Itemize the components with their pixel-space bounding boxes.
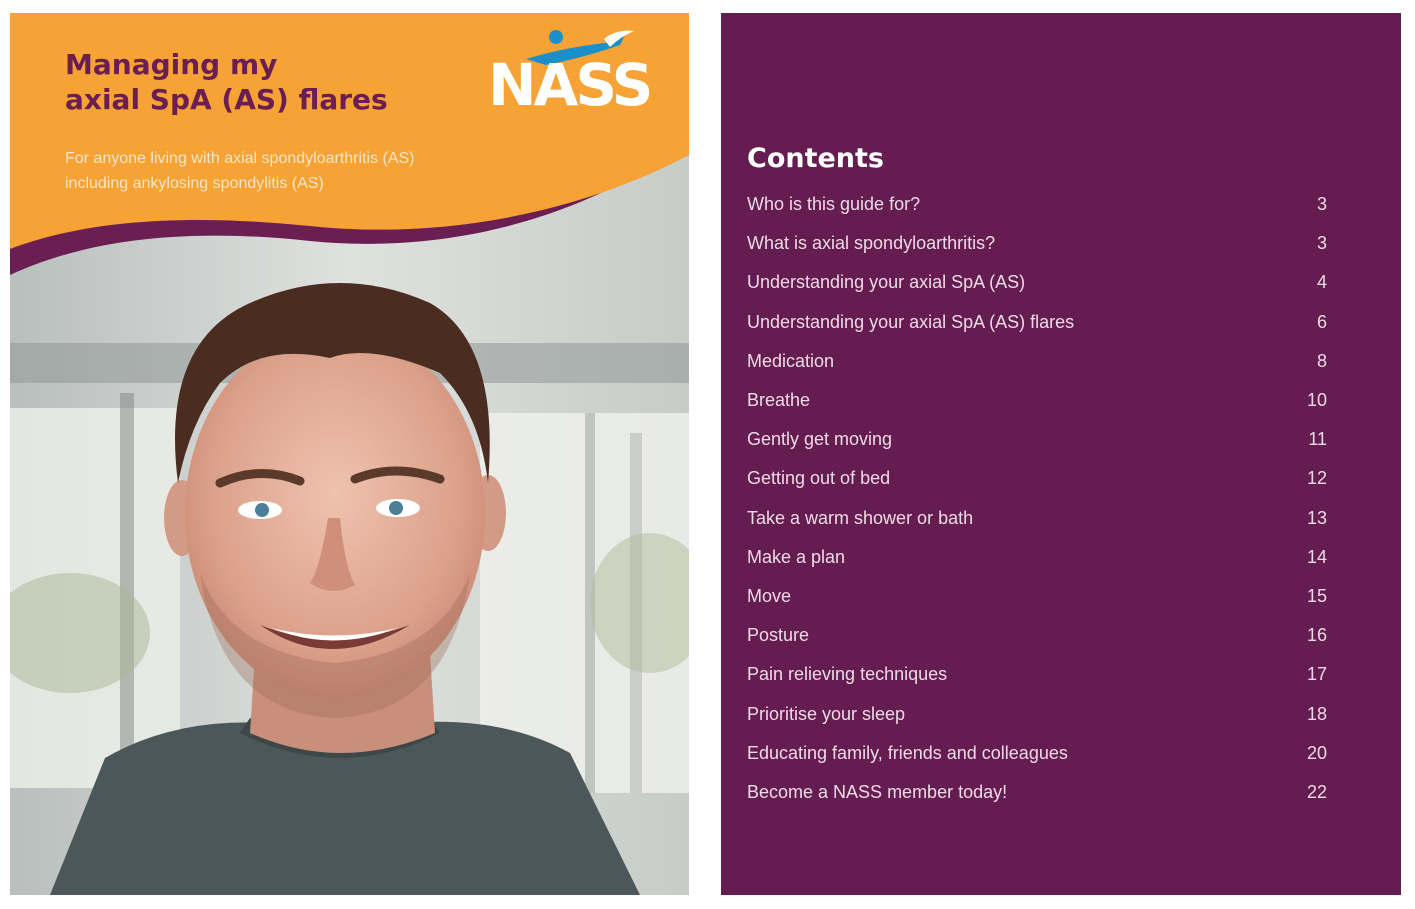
toc-entry[interactable]: What is axial spondyloarthritis? 3 bbox=[747, 224, 1327, 263]
toc-entry[interactable]: Getting out of bed 12 bbox=[747, 459, 1327, 498]
toc-entry-label: Who is this guide for? bbox=[747, 194, 921, 215]
toc-entry-label: Become a NASS member today! bbox=[747, 781, 1008, 802]
toc-entry[interactable]: Take a warm shower or bath 13 bbox=[747, 499, 1327, 538]
cover-title-line2: axial SpA (AS) flares bbox=[65, 83, 388, 116]
toc-entry-page: 4 bbox=[1316, 272, 1327, 293]
toc-entry-page: 10 bbox=[1306, 390, 1327, 411]
toc-entry-label: Take a warm shower or bath bbox=[747, 507, 974, 528]
toc-entry-label: Posture bbox=[747, 625, 810, 646]
toc-entry-label: Medication bbox=[747, 350, 835, 371]
cover-subtitle-line2: including ankylosing spondylitis (AS) bbox=[65, 175, 324, 192]
toc-entry-label: Gently get moving bbox=[747, 429, 893, 450]
toc-entry-label: Prioritise your sleep bbox=[747, 703, 906, 724]
cover-page: Managing my axial SpA (AS) flares For an… bbox=[10, 13, 689, 895]
toc-entry-page: 3 bbox=[1316, 233, 1327, 254]
toc-entry[interactable]: Who is this guide for? 3 bbox=[747, 185, 1327, 224]
toc-entry[interactable]: Understanding your axial SpA (AS) 4 bbox=[747, 263, 1327, 302]
toc-entry-label: What is axial spondyloarthritis? bbox=[747, 233, 996, 254]
toc-entry[interactable]: Make a plan 14 bbox=[747, 538, 1327, 577]
toc-entry-label: Move bbox=[747, 585, 792, 606]
toc-entry-label: Make a plan bbox=[747, 546, 846, 567]
logo-text: NASS bbox=[488, 51, 653, 119]
toc-entry[interactable]: Prioritise your sleep 18 bbox=[747, 694, 1327, 733]
toc-entry-page: 18 bbox=[1306, 703, 1327, 724]
toc-entry-page: 6 bbox=[1316, 311, 1327, 332]
toc-entry-page: 22 bbox=[1306, 781, 1327, 802]
toc-entry[interactable]: Posture 16 bbox=[747, 616, 1327, 655]
contents-list: Who is this guide for? 3 What is axial sp… bbox=[747, 185, 1327, 812]
toc-entry[interactable]: Medication 8 bbox=[747, 342, 1327, 381]
toc-entry[interactable]: Become a NASS member today! 22 bbox=[747, 773, 1327, 812]
toc-entry-label: Breathe bbox=[747, 390, 811, 411]
contents-page: Contents Who is this guide for? 3 What is… bbox=[721, 13, 1401, 895]
toc-entry-page: 3 bbox=[1316, 194, 1327, 215]
cover-title-line1: Managing my bbox=[65, 48, 278, 81]
cover-title: Managing my axial SpA (AS) flares bbox=[65, 47, 388, 117]
toc-entry-page: 15 bbox=[1306, 585, 1327, 606]
toc-entry[interactable]: Understanding your axial SpA (AS) flares… bbox=[747, 303, 1327, 342]
toc-entry[interactable]: Pain relieving techniques 17 bbox=[747, 655, 1327, 694]
toc-entry-label: Getting out of bed bbox=[747, 468, 891, 489]
toc-entry[interactable]: Educating family, friends and colleagues… bbox=[747, 734, 1327, 773]
toc-entry-page: 13 bbox=[1306, 507, 1327, 528]
toc-entry[interactable]: Gently get moving 11 bbox=[747, 420, 1327, 459]
toc-entry-label: Educating family, friends and colleagues bbox=[747, 742, 1068, 763]
contents-heading: Contents bbox=[747, 143, 885, 174]
toc-entry-label: Understanding your axial SpA (AS) flares bbox=[747, 311, 1075, 332]
toc-entry-page: 8 bbox=[1316, 350, 1327, 371]
toc-entry-page: 11 bbox=[1308, 429, 1327, 450]
toc-entry[interactable]: Breathe 10 bbox=[747, 381, 1327, 420]
toc-entry-label: Understanding your axial SpA (AS) bbox=[747, 272, 1026, 293]
toc-entry-page: 16 bbox=[1306, 625, 1327, 646]
nass-logo: NASS bbox=[486, 21, 653, 121]
cover-subtitle-line1: For anyone living with axial spondyloart… bbox=[65, 150, 415, 167]
toc-entry-page: 20 bbox=[1306, 742, 1327, 763]
toc-entry-label: Pain relieving techniques bbox=[747, 664, 948, 685]
toc-entry[interactable]: Move 15 bbox=[747, 577, 1327, 616]
cover-subtitle: For anyone living with axial spondyloart… bbox=[65, 146, 414, 196]
toc-entry-page: 14 bbox=[1306, 546, 1327, 567]
toc-entry-page: 12 bbox=[1306, 468, 1327, 489]
toc-entry-page: 17 bbox=[1306, 664, 1327, 685]
